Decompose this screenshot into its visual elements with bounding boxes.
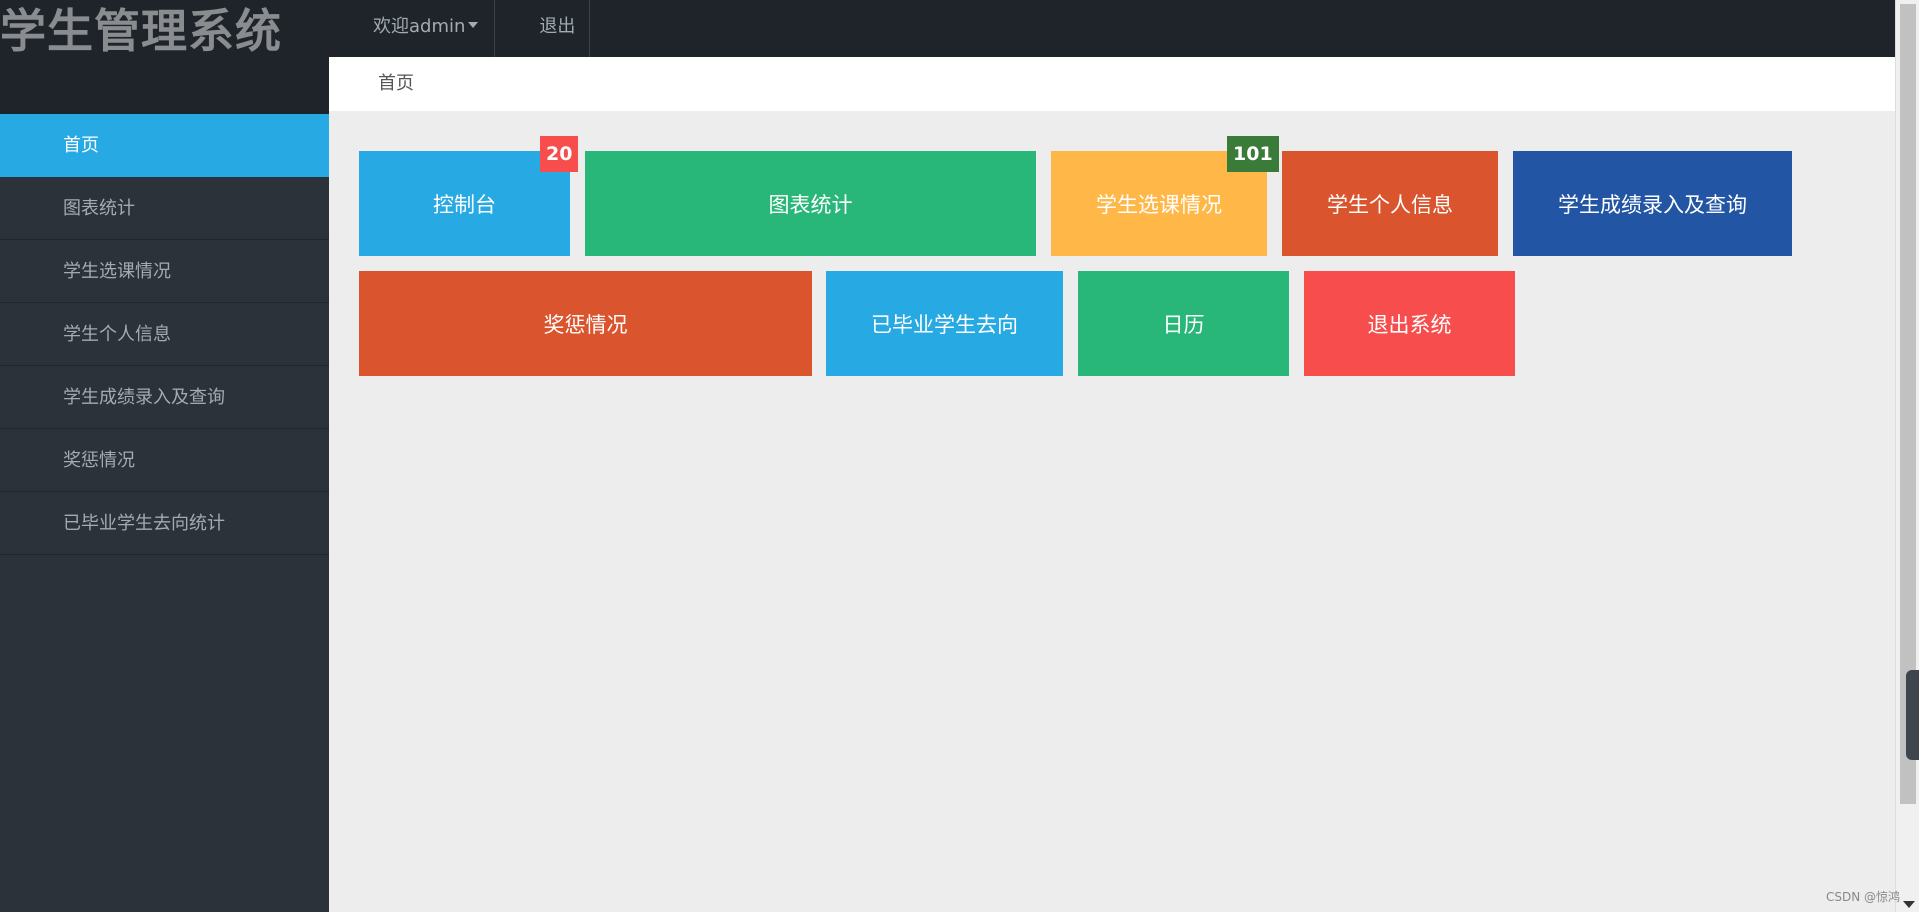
user-welcome-label: 欢迎admin bbox=[373, 16, 466, 37]
top-navbar: 欢迎admin 退出 bbox=[329, 0, 1895, 57]
tile-label: 日历 bbox=[1162, 312, 1205, 337]
brand-area: 学生管理系统 bbox=[0, 0, 329, 114]
scroll-down-arrow-icon[interactable] bbox=[1903, 901, 1915, 908]
sidebar-item-rewards-penalties[interactable]: 奖惩情况 bbox=[0, 429, 329, 492]
tile-label: 退出系统 bbox=[1367, 312, 1452, 337]
chevron-down-icon bbox=[468, 22, 479, 28]
breadcrumb-home[interactable]: 首页 bbox=[378, 73, 414, 94]
tile-calendar[interactable]: 日历 bbox=[1078, 271, 1289, 376]
tile-student-info[interactable]: 学生个人信息 bbox=[1282, 151, 1498, 256]
app-root: 学生管理系统 首页 图表统计 学生选课情况 学生个人信息 学生成绩录入及查询 奖… bbox=[0, 0, 1919, 912]
sidebar-item-charts[interactable]: 图表统计 bbox=[0, 177, 329, 240]
sidebar-item-grades[interactable]: 学生成绩录入及查询 bbox=[0, 366, 329, 429]
tile-label: 奖惩情况 bbox=[543, 312, 628, 337]
logout-link[interactable]: 退出 bbox=[495, 0, 591, 57]
tile-label: 学生成绩录入及查询 bbox=[1558, 192, 1747, 217]
user-menu-dropdown[interactable]: 欢迎admin bbox=[329, 0, 496, 57]
sidebar-item-graduate-destination[interactable]: 已毕业学生去向统计 bbox=[0, 492, 329, 555]
brand-title: 学生管理系统 bbox=[0, 4, 282, 58]
breadcrumb: 首页 bbox=[329, 57, 1895, 111]
sidebar-item-student-info[interactable]: 学生个人信息 bbox=[0, 303, 329, 366]
tile-label: 已毕业学生去向 bbox=[871, 312, 1018, 337]
watermark: CSDN @惊鸿 bbox=[1826, 890, 1901, 904]
sidebar: 学生管理系统 首页 图表统计 学生选课情况 学生个人信息 学生成绩录入及查询 奖… bbox=[0, 0, 329, 912]
tile-rewards-penalties[interactable]: 奖惩情况 bbox=[359, 271, 812, 376]
tile-exit-system[interactable]: 退出系统 bbox=[1304, 271, 1515, 376]
tile-label: 控制台 bbox=[433, 192, 496, 217]
notification-badge: 101 bbox=[1227, 136, 1279, 172]
notification-badge: 20 bbox=[540, 136, 579, 172]
tile-label: 学生个人信息 bbox=[1327, 192, 1453, 217]
sidebar-item-home[interactable]: 首页 bbox=[0, 114, 329, 177]
side-widget-handle[interactable] bbox=[1906, 670, 1919, 760]
vertical-scrollbar[interactable] bbox=[1895, 0, 1919, 912]
tile-label: 图表统计 bbox=[768, 192, 853, 217]
tile-graduate-destination[interactable]: 已毕业学生去向 bbox=[826, 271, 1063, 376]
sidebar-item-course-selection[interactable]: 学生选课情况 bbox=[0, 240, 329, 303]
tile-course-selection[interactable]: 学生选课情况 101 bbox=[1051, 136, 1279, 256]
tile-charts[interactable]: 图表统计 bbox=[585, 151, 1036, 256]
tile-console[interactable]: 控制台 20 bbox=[359, 136, 579, 256]
tile-label: 学生选课情况 bbox=[1096, 192, 1222, 217]
tile-grades[interactable]: 学生成绩录入及查询 bbox=[1513, 151, 1792, 256]
